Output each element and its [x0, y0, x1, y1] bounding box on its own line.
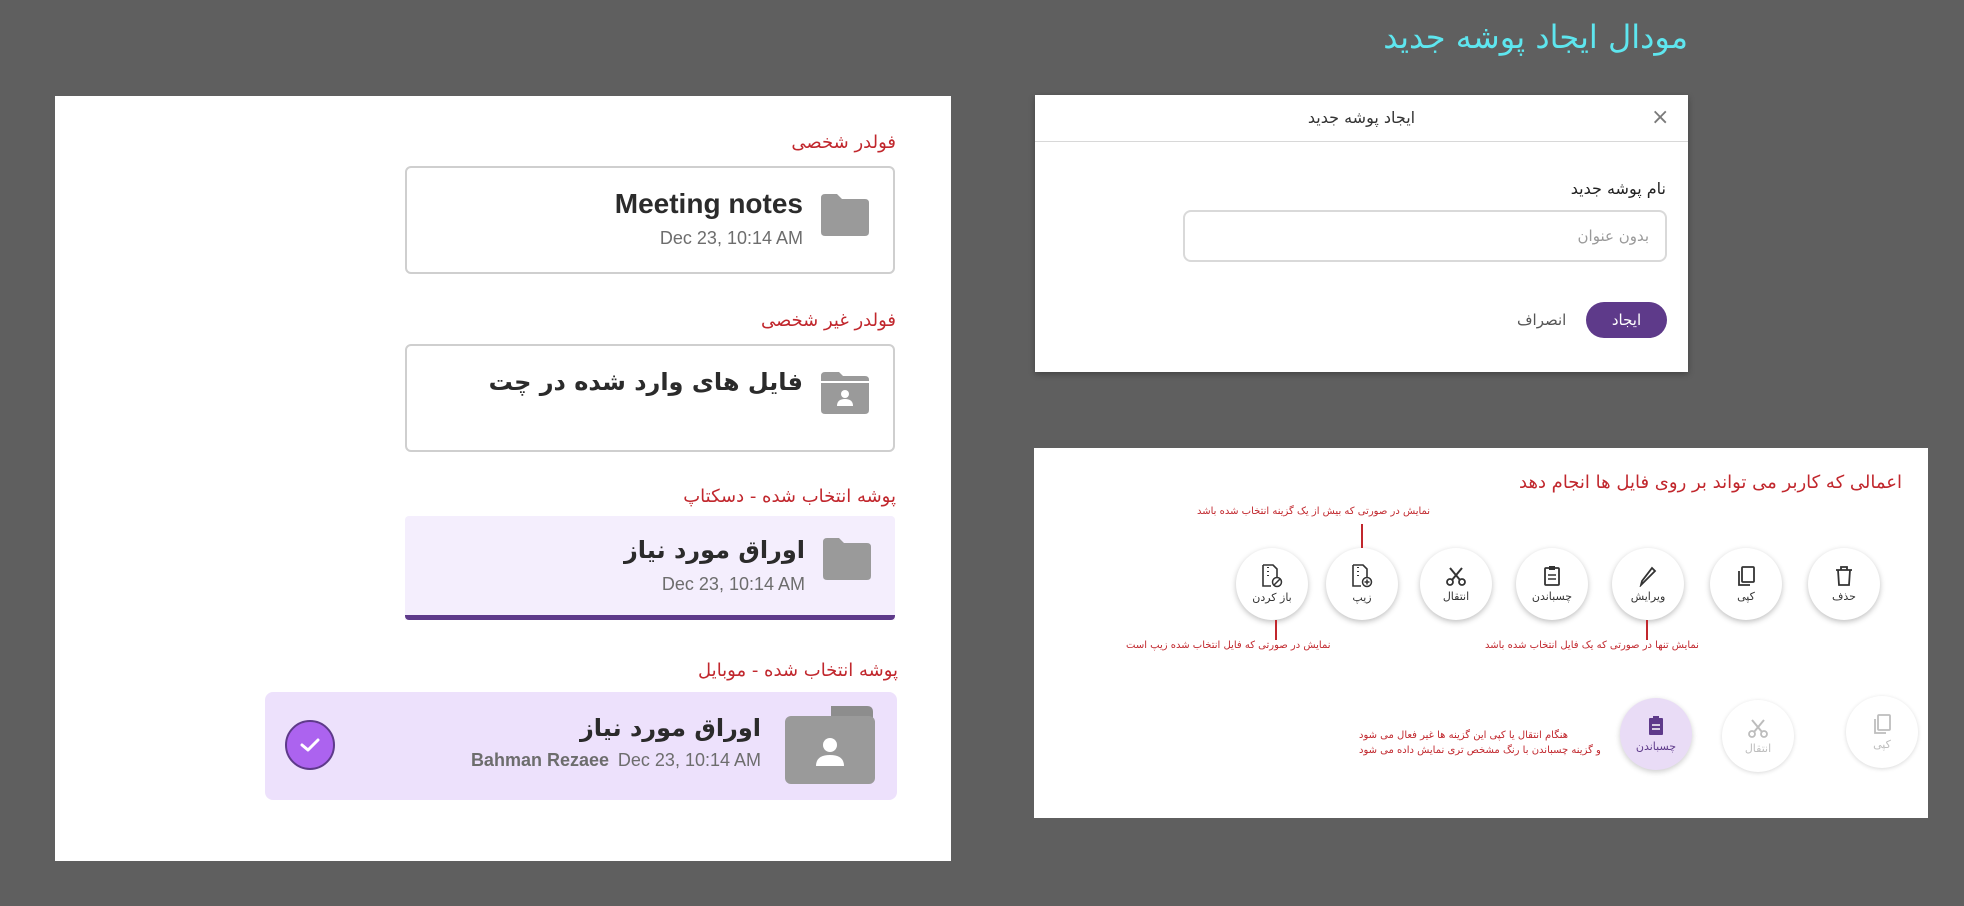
action-label: کپی: [1873, 738, 1891, 751]
folder-title: فایل های وارد شده در چت: [488, 368, 803, 396]
folder-card-selected-mobile[interactable]: اوراق مورد نیاز Dec 23, 10:14 AM Bahman …: [265, 692, 897, 800]
section-label-personal: فولدر شخصی: [791, 132, 896, 153]
unzip-button[interactable]: باز کردن: [1236, 548, 1308, 620]
scissors-icon: [1748, 719, 1768, 738]
move-button[interactable]: انتقال: [1420, 548, 1492, 620]
move-button-disabled[interactable]: انتقال: [1722, 700, 1794, 772]
selected-check-button[interactable]: [285, 720, 335, 770]
new-folder-modal: ایجاد پوشه جدید × نام پوشه جدید انصراف ا…: [1035, 95, 1688, 372]
trash-icon: [1836, 566, 1852, 586]
note-line: [1646, 620, 1648, 640]
actions-title: اعمالی که کاربر می تواند بر روی فایل ها …: [1519, 472, 1902, 493]
folder-card-shared[interactable]: فایل های وارد شده در چت: [405, 344, 895, 452]
action-label: ویرایش: [1630, 590, 1666, 603]
folder-date: Dec 23, 10:14 AM: [617, 750, 761, 770]
action-label: انتقال: [1442, 590, 1470, 603]
selected-indicator-bar: [405, 615, 895, 620]
shared-folder-icon: [821, 372, 869, 414]
folder-author: Bahman Rezaee: [470, 750, 609, 770]
note-line: [1361, 524, 1363, 548]
pencil-icon: [1639, 566, 1657, 587]
edit-button[interactable]: ویرایش: [1612, 548, 1684, 620]
action-label: زیپ: [1352, 591, 1372, 604]
action-label: حذف: [1832, 590, 1856, 603]
note-line: [1275, 620, 1277, 640]
modal-title: ایجاد پوشه جدید: [1307, 108, 1416, 127]
note-edit: نمایش تنها در صورتی که یک فایل انتخاب شد…: [1485, 640, 1699, 651]
shared-folder-icon: [785, 706, 875, 784]
folder-icon: [823, 538, 871, 580]
section-label-shared: فولدر غیر شخصی: [760, 310, 896, 331]
note-paste-line1: هنگام انتقال یا کپی این گزینه ها غیر فعا…: [1359, 730, 1569, 741]
create-button[interactable]: ایجاد: [1586, 302, 1667, 338]
action-label: باز کردن: [1252, 591, 1292, 604]
action-label: کپی: [1737, 590, 1755, 603]
folder-card-selected-desktop[interactable]: اوراق مورد نیاز Dec 23, 10:14 AM: [405, 516, 895, 620]
page-title: مودال ایجاد پوشه جدید: [1383, 18, 1688, 56]
folder-states-panel: فولدر شخصی Meeting notes Dec 23, 10:14 A…: [55, 96, 951, 861]
cancel-button[interactable]: انصراف: [1517, 302, 1566, 338]
zip-icon: [1352, 564, 1373, 588]
check-icon: [300, 738, 320, 752]
close-icon[interactable]: ×: [1651, 107, 1669, 129]
file-actions-panel: اعمالی که کاربر می تواند بر روی فایل ها …: [1034, 448, 1928, 818]
modal-header: ایجاد پوشه جدید ×: [1035, 95, 1688, 142]
note-zip: نمایش در صورتی که بیش از یک گزینه انتخاب…: [1197, 506, 1431, 517]
unzip-icon: [1262, 564, 1283, 588]
folder-title: اوراق مورد نیاز: [579, 714, 761, 742]
paste-button-active[interactable]: چسباندن: [1620, 698, 1692, 770]
clipboard-icon: [1544, 566, 1560, 586]
folder-name-input[interactable]: [1183, 210, 1667, 262]
folder-date: Dec 23, 10:14 AM: [661, 574, 805, 594]
clipboard-icon: [1649, 716, 1663, 735]
copy-button-disabled[interactable]: کپی: [1846, 696, 1918, 768]
folder-title: Meeting notes: [614, 188, 803, 219]
delete-button[interactable]: حذف: [1808, 548, 1880, 620]
copy-button[interactable]: کپی: [1710, 548, 1782, 620]
note-paste-line2: و گزینه چسباندن با رنگ مشخص تری نمایش دا…: [1359, 745, 1601, 756]
folder-card-personal[interactable]: Meeting notes Dec 23, 10:14 AM: [405, 166, 895, 274]
folder-name-label: نام پوشه جدید: [1570, 179, 1666, 198]
action-label: چسباندن: [1531, 590, 1573, 603]
zip-button[interactable]: زیپ: [1326, 548, 1398, 620]
section-label-mobile: پوشه انتخاب شده - موبایل: [698, 660, 898, 681]
copy-icon: [1874, 714, 1891, 734]
copy-icon: [1738, 566, 1755, 586]
folder-date: Dec 23, 10:14 AM: [659, 228, 803, 248]
note-unzip: نمایش در صورتی که فایل انتخاب شده زیپ اس…: [1126, 640, 1331, 651]
section-label-desktop: پوشه انتخاب شده - دسکتاپ: [683, 486, 896, 507]
folder-title: اوراق مورد نیاز: [623, 536, 805, 564]
action-label: چسباندن: [1635, 740, 1677, 753]
scissors-icon: [1446, 567, 1466, 586]
action-label: انتقال: [1744, 742, 1772, 755]
folder-icon: [821, 194, 869, 236]
paste-button[interactable]: چسباندن: [1516, 548, 1588, 620]
